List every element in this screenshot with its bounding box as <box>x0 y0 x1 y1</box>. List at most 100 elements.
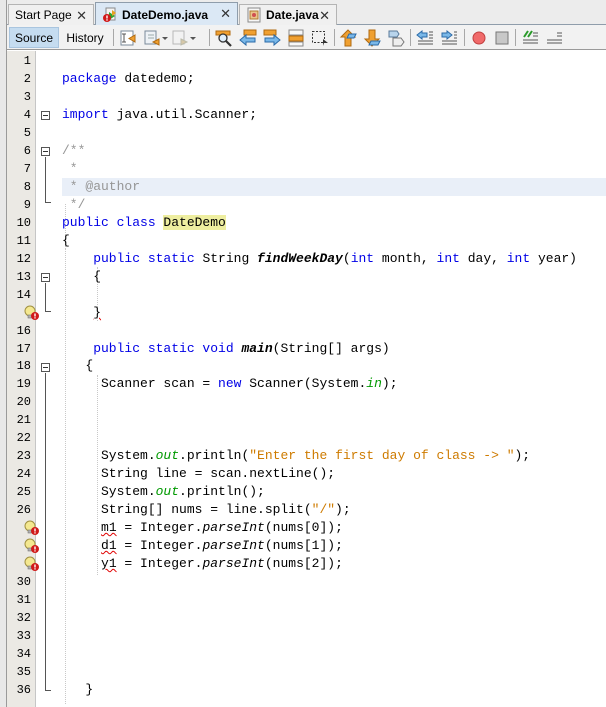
code-token: System. <box>62 484 156 500</box>
code-line[interactable] <box>62 52 606 70</box>
find-icon[interactable] <box>215 29 233 47</box>
code-token: ); <box>381 376 398 392</box>
code-line[interactable] <box>62 663 606 681</box>
code-token: public static void <box>62 340 242 356</box>
code-token: Scanner(System. <box>249 376 367 392</box>
code-token: parseInt <box>202 538 265 554</box>
close-icon[interactable]: ✕ <box>220 6 231 22</box>
code-token: findWeekDay <box>257 250 343 266</box>
code-token: (String[] args) <box>272 340 390 356</box>
code-line[interactable]: y1 = Integer.parseInt(nums[2]); <box>62 555 606 573</box>
code-line[interactable]: { <box>62 357 606 375</box>
java-file-icon <box>246 7 262 23</box>
tab-start-page[interactable]: Start Page ✕ <box>8 4 94 25</box>
code-line[interactable]: String[] nums = line.split("/"); <box>62 501 606 519</box>
line-number: 2 <box>23 71 31 86</box>
code-line[interactable] <box>62 411 606 429</box>
code-token: parseInt <box>202 520 265 536</box>
next-bookmark-icon[interactable] <box>363 29 381 47</box>
code-line[interactable]: /** <box>62 142 606 160</box>
close-icon[interactable]: ✕ <box>319 8 330 24</box>
code-line[interactable]: System.out.println("Enter the first day … <box>62 447 606 465</box>
code-line[interactable]: public static void main(String[] args) <box>62 340 606 358</box>
close-icon[interactable]: ✕ <box>76 8 87 24</box>
code-token: */ <box>62 196 86 212</box>
code-line[interactable] <box>62 573 606 591</box>
tab-datedemo-java[interactable]: DateDemo.java ✕ <box>95 2 238 26</box>
last-edit-icon[interactable] <box>119 29 137 47</box>
code-line[interactable] <box>62 286 606 304</box>
code-line[interactable]: import java.util.Scanner; <box>62 106 606 124</box>
line-number: 18 <box>16 359 31 374</box>
find-previous-icon[interactable] <box>239 29 257 47</box>
line-number: 25 <box>16 485 31 500</box>
code-line[interactable]: Scanner scan = new Scanner(System.in); <box>62 375 606 393</box>
fold-guide <box>45 157 46 202</box>
code-line[interactable] <box>62 393 606 411</box>
comment-icon[interactable] <box>521 29 539 47</box>
toggle-highlight-search-icon[interactable] <box>287 29 305 47</box>
code-line[interactable]: } <box>62 304 606 322</box>
code-line[interactable]: m1 = Integer.parseInt(nums[0]); <box>62 519 606 537</box>
line-number: 17 <box>16 341 31 356</box>
code-line[interactable]: public class DateDemo <box>62 214 606 232</box>
code-line[interactable]: { <box>62 268 606 286</box>
tab-label: DateDemo.java <box>122 7 209 22</box>
line-number: 19 <box>16 377 31 392</box>
code-line[interactable] <box>62 609 606 627</box>
code-token: { <box>62 268 102 284</box>
code-line[interactable]: System.out.println(); <box>62 483 606 501</box>
code-token: String <box>202 250 258 266</box>
uncomment-icon[interactable] <box>545 29 563 47</box>
find-next-icon[interactable] <box>263 29 281 47</box>
code-line[interactable]: } <box>62 681 606 699</box>
code-line[interactable] <box>62 322 606 340</box>
editor-toolbar: Source History <box>7 25 606 50</box>
code-line[interactable] <box>62 645 606 663</box>
shift-right-icon[interactable] <box>440 29 458 47</box>
line-number: 26 <box>16 503 31 518</box>
fold-toggle-imports[interactable] <box>41 111 50 120</box>
code-line[interactable]: * @author <box>62 177 606 196</box>
code-token: day, <box>467 250 507 266</box>
fold-toggle-main[interactable] <box>41 363 50 372</box>
toggle-bookmark-icon[interactable] <box>387 29 405 47</box>
code-line[interactable] <box>62 429 606 447</box>
previous-bookmark-icon[interactable] <box>339 29 357 47</box>
start-macro-recording-icon[interactable] <box>470 29 488 47</box>
code-token: y1 <box>101 556 117 572</box>
fold-toggle-javadoc[interactable] <box>41 147 50 156</box>
toolbar-separator <box>209 29 210 46</box>
shift-left-icon[interactable] <box>416 29 434 47</box>
code-line[interactable] <box>62 627 606 645</box>
code-editor[interactable]: package datedemo; import java.util.Scanne… <box>62 51 606 707</box>
source-view-button[interactable]: Source <box>9 27 59 48</box>
back-dropdown-icon[interactable] <box>161 29 169 47</box>
code-line[interactable] <box>62 591 606 609</box>
line-number: 7 <box>23 161 31 176</box>
code-line[interactable] <box>62 88 606 106</box>
code-line[interactable] <box>62 124 606 142</box>
code-line[interactable]: */ <box>62 196 606 214</box>
code-token: (nums[1]); <box>264 538 343 554</box>
line-number: 4 <box>23 107 31 122</box>
code-line[interactable]: * <box>62 160 606 178</box>
forward-icon[interactable] <box>171 29 189 47</box>
forward-dropdown-icon[interactable] <box>189 29 197 47</box>
code-token: (nums[0]); <box>264 520 343 536</box>
code-line[interactable]: public static String findWeekDay(int mon… <box>62 250 606 268</box>
stop-macro-recording-icon[interactable] <box>493 29 511 47</box>
back-icon[interactable] <box>143 29 161 47</box>
line-number: 23 <box>16 449 31 464</box>
rectangular-selection-icon[interactable] <box>311 29 329 47</box>
code-token: new <box>218 376 250 392</box>
code-line[interactable]: package datedemo; <box>62 70 606 88</box>
history-view-button[interactable]: History <box>61 27 109 48</box>
code-line[interactable]: String line = scan.nextLine(); <box>62 465 606 483</box>
tab-date-java[interactable]: Date.java ✕ <box>239 4 337 25</box>
fold-toggle-findweekday[interactable] <box>41 273 50 282</box>
code-token: = Integer. <box>116 520 203 536</box>
code-line[interactable]: { <box>62 232 606 250</box>
code-line[interactable]: d1 = Integer.parseInt(nums[1]); <box>62 537 606 555</box>
